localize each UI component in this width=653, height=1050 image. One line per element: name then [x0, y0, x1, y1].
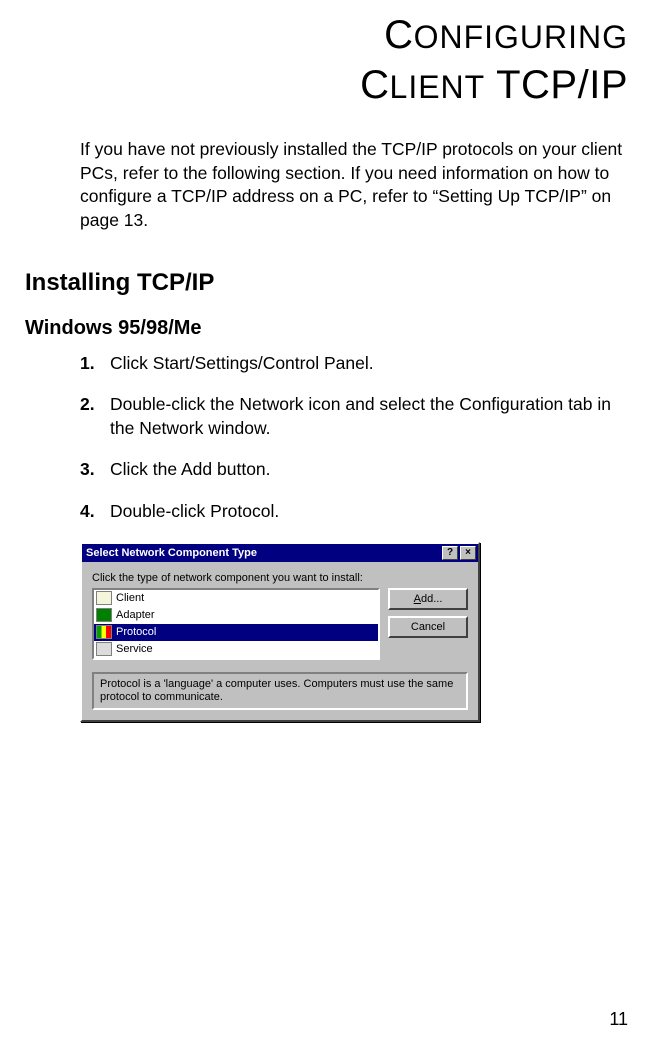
- list-item-client[interactable]: Client: [94, 590, 378, 607]
- dialog-screenshot: Select Network Component Type ? × Click …: [80, 542, 628, 722]
- step-item: 4.Double-click Protocol.: [80, 500, 620, 524]
- list-item-label: Client: [116, 592, 144, 604]
- step-item: 1.Click Start/Settings/Control Panel.: [80, 352, 620, 376]
- dialog-label: Click the type of network component you …: [92, 572, 468, 584]
- adapter-icon: [96, 608, 112, 622]
- help-icon: ?: [447, 548, 453, 558]
- step-list: 1.Click Start/Settings/Control Panel. 2.…: [80, 352, 620, 524]
- close-button[interactable]: ×: [460, 546, 476, 560]
- title-line-2: CLIENT TCP/IP: [360, 63, 628, 107]
- dialog-body: Click the type of network component you …: [82, 562, 478, 720]
- dialog-titlebar: Select Network Component Type ? ×: [82, 544, 478, 562]
- page-title: CONFIGURING CLIENT TCP/IP: [25, 10, 628, 110]
- dialog-title: Select Network Component Type: [86, 547, 257, 559]
- list-item-label: Service: [116, 643, 153, 655]
- list-item-adapter[interactable]: Adapter: [94, 607, 378, 624]
- cancel-button-label: Cancel: [411, 621, 445, 633]
- list-item-label: Adapter: [116, 609, 155, 621]
- dialog-row: Client Adapter Protocol Service: [92, 588, 468, 660]
- step-number: 3.: [80, 458, 110, 482]
- step-text: Click the Add button.: [110, 458, 620, 482]
- document-page: CONFIGURING CLIENT TCP/IP If you have no…: [0, 0, 653, 1050]
- win95-dialog: Select Network Component Type ? × Click …: [80, 542, 480, 722]
- dialog-button-column: Add... Cancel: [388, 588, 468, 638]
- intro-paragraph: If you have not previously installed the…: [80, 138, 623, 233]
- add-button-label: Add...: [414, 593, 443, 605]
- protocol-icon: [96, 625, 112, 639]
- step-text: Double-click Protocol.: [110, 500, 620, 524]
- step-number: 4.: [80, 500, 110, 524]
- list-item-label: Protocol: [116, 626, 156, 638]
- step-item: 2.Double-click the Network icon and sele…: [80, 393, 620, 440]
- section-heading-installing: Installing TCP/IP: [25, 269, 628, 297]
- client-icon: [96, 591, 112, 605]
- add-button[interactable]: Add...: [388, 588, 468, 610]
- service-icon: [96, 642, 112, 656]
- list-item-protocol[interactable]: Protocol: [94, 624, 378, 641]
- component-listbox[interactable]: Client Adapter Protocol Service: [92, 588, 380, 660]
- step-text: Double-click the Network icon and select…: [110, 393, 620, 440]
- step-item: 3.Click the Add button.: [80, 458, 620, 482]
- help-button[interactable]: ?: [442, 546, 458, 560]
- subsection-heading-windows: Windows 95/98/Me: [25, 317, 628, 340]
- page-number: 11: [609, 1009, 628, 1030]
- title-line-1: CONFIGURING: [384, 13, 628, 57]
- step-text: Click Start/Settings/Control Panel.: [110, 352, 620, 376]
- titlebar-buttons: ? ×: [440, 546, 476, 560]
- step-number: 2.: [80, 393, 110, 440]
- close-icon: ×: [465, 548, 471, 558]
- list-item-service[interactable]: Service: [94, 641, 378, 658]
- step-number: 1.: [80, 352, 110, 376]
- description-box: Protocol is a 'language' a computer uses…: [92, 672, 468, 710]
- cancel-button[interactable]: Cancel: [388, 616, 468, 638]
